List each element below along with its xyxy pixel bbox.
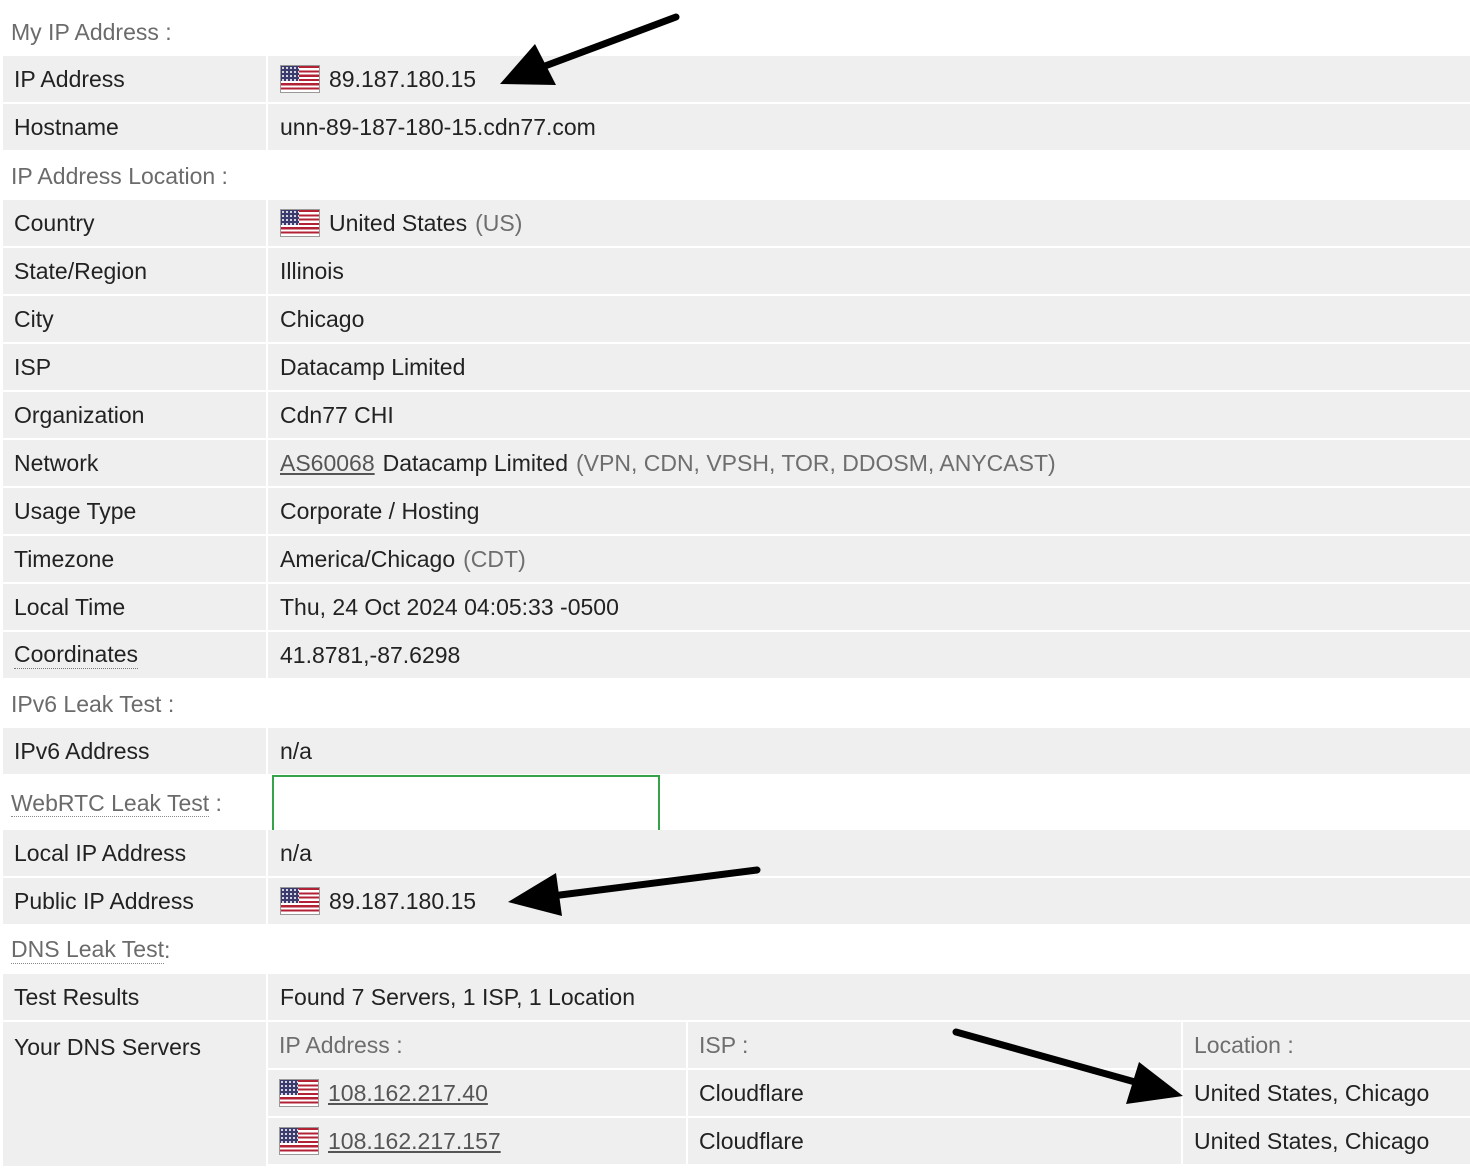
timezone-abbr: (CDT) (463, 545, 526, 572)
column-header: Location : (1183, 1022, 1470, 1068)
row-value: 89.187.180.15 (268, 56, 1470, 102)
column-header: IP Address : (268, 1022, 688, 1068)
us-flag-icon (279, 1079, 319, 1107)
row-value: AS60068 Datacamp Limited (VPN, CDN, VPSH… (268, 440, 1470, 486)
state-value: Illinois (268, 248, 1470, 294)
row-label: Public IP Address (3, 878, 268, 924)
row-label: State/Region (3, 248, 268, 294)
ip-leak-report: My IP Address : IP Address 89.187.180.15… (3, 8, 1470, 1166)
coordinates-value: 41.8781,-87.6298 (268, 632, 1470, 678)
test-results-value: Found 7 Servers, 1 ISP, 1 Location (268, 974, 1470, 1020)
public-ip-value: 89.187.180.15 (329, 887, 477, 914)
section-dns: DNS Leak Test : (3, 926, 1470, 974)
us-flag-icon (279, 1127, 319, 1155)
row-label: IPv6 Address (3, 728, 268, 774)
row-label: Usage Type (3, 488, 268, 534)
row-organization: Organization Cdn77 CHI (3, 392, 1470, 440)
column-header: ISP : (688, 1022, 1183, 1068)
section-colon: : (209, 789, 222, 816)
row-usage-type: Usage Type Corporate / Hosting (3, 488, 1470, 536)
section-colon: : (163, 936, 171, 963)
coordinates-label[interactable]: Coordinates (14, 641, 139, 669)
row-state: State/Region Illinois (3, 248, 1470, 296)
dns-ip-link[interactable]: 108.162.217.157 (328, 1128, 501, 1155)
row-local-ip: Local IP Address n/a (3, 830, 1470, 878)
ipv6-value: n/a (268, 728, 1470, 774)
dns-ip-cell: 108.162.217.157 (268, 1118, 688, 1164)
row-value: United States (US) (268, 200, 1470, 246)
timezone-value: America/Chicago (280, 545, 456, 572)
ip-address-value: 89.187.180.15 (329, 65, 477, 92)
row-label: Local IP Address (3, 830, 268, 876)
country-code: (US) (475, 209, 523, 236)
us-flag-icon (280, 65, 320, 93)
row-ip-address: IP Address 89.187.180.15 (3, 56, 1470, 104)
row-label: City (3, 296, 268, 342)
row-local-time: Local Time Thu, 24 Oct 2024 04:05:33 -05… (3, 584, 1470, 632)
webrtc-status-box (272, 774, 660, 832)
dns-isp-cell: Cloudflare (688, 1118, 1183, 1164)
dns-location-cell: United States, Chicago (1183, 1118, 1470, 1164)
us-flag-icon (280, 209, 320, 237)
asn-link[interactable]: AS60068 (280, 450, 375, 477)
row-test-results: Test Results Found 7 Servers, 1 ISP, 1 L… (3, 974, 1470, 1022)
section-location: IP Address Location : (3, 152, 1470, 200)
row-ipv6-address: IPv6 Address n/a (3, 728, 1470, 776)
row-coordinates: Coordinates 41.8781,-87.6298 (3, 632, 1470, 680)
row-value: 89.187.180.15 (268, 878, 1470, 924)
row-label: Organization (3, 392, 268, 438)
section-my-ip: My IP Address : (3, 8, 1470, 56)
dns-isp-cell: Cloudflare (688, 1070, 1183, 1116)
row-timezone: Timezone America/Chicago (CDT) (3, 536, 1470, 584)
row-label: Network (3, 440, 268, 486)
section-title-wrap: WebRTC Leak Test : (3, 789, 270, 817)
us-flag-icon (280, 887, 320, 915)
section-webrtc: WebRTC Leak Test : (3, 774, 1470, 832)
network-name: Datacamp Limited (382, 449, 568, 476)
dns-servers-table: IP Address : ISP : Location : 108.162.21… (268, 1022, 1470, 1166)
row-label: Coordinates (3, 632, 268, 678)
row-isp: ISP Datacamp Limited (3, 344, 1470, 392)
row-label: Country (3, 200, 268, 246)
row-label: ISP (3, 344, 268, 390)
row-country: Country United States (US) (3, 200, 1470, 248)
network-tags: (VPN, CDN, VPSH, TOR, DDOSM, ANYCAST) (576, 449, 1056, 476)
isp-value: Datacamp Limited (268, 344, 1470, 390)
row-label: Test Results (3, 974, 268, 1020)
section-ipv6: IPv6 Leak Test : (3, 680, 1470, 728)
dns-ip-link[interactable]: 108.162.217.40 (328, 1080, 488, 1107)
city-value: Chicago (268, 296, 1470, 342)
section-title: IPv6 Leak Test : (11, 690, 175, 717)
dns-location-cell: United States, Chicago (1183, 1070, 1470, 1116)
row-label: IP Address (3, 56, 268, 102)
row-label: Your DNS Servers (3, 1022, 268, 1166)
usage-type-value: Corporate / Hosting (268, 488, 1470, 534)
country-value: United States (329, 209, 468, 236)
table-row: 108.162.217.157 Cloudflare United States… (268, 1118, 1470, 1166)
row-label: Hostname (3, 104, 268, 150)
dns-section-title[interactable]: DNS Leak Test (11, 936, 164, 964)
section-title: IP Address Location : (11, 162, 228, 189)
webrtc-section-title[interactable]: WebRTC Leak Test (11, 789, 210, 817)
organization-value: Cdn77 CHI (268, 392, 1470, 438)
table-row: 108.162.217.40 Cloudflare United States,… (268, 1070, 1470, 1118)
row-label: Local Time (3, 584, 268, 630)
row-label: Timezone (3, 536, 268, 582)
row-network: Network AS60068 Datacamp Limited (VPN, C… (3, 440, 1470, 488)
row-hostname: Hostname unn-89-187-180-15.cdn77.com (3, 104, 1470, 152)
row-public-ip: Public IP Address 89.187.180.15 (3, 878, 1470, 926)
dns-table-header: IP Address : ISP : Location : (268, 1022, 1470, 1070)
local-time-value: Thu, 24 Oct 2024 04:05:33 -0500 (268, 584, 1470, 630)
row-city: City Chicago (3, 296, 1470, 344)
dns-servers-block: Your DNS Servers IP Address : ISP : Loca… (3, 1022, 1470, 1166)
dns-ip-cell: 108.162.217.40 (268, 1070, 688, 1116)
row-value: America/Chicago (CDT) (268, 536, 1470, 582)
hostname-value: unn-89-187-180-15.cdn77.com (268, 104, 1470, 150)
local-ip-value: n/a (268, 830, 1470, 876)
section-title: My IP Address : (11, 18, 172, 45)
